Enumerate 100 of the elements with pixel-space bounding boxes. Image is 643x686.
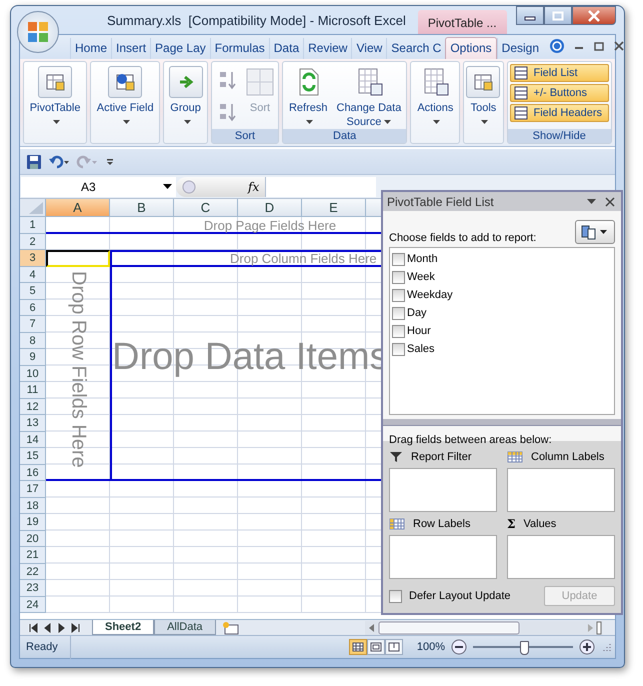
help-icon[interactable] [549,38,566,54]
row-header[interactable]: 6 [20,300,46,316]
row-header[interactable]: 11 [20,382,46,398]
view-button[interactable] [384,639,403,655]
row-header[interactable]: 10 [20,366,46,382]
context-tab-label: PivotTable ... [418,10,507,34]
toggle-button[interactable]: Field List [510,64,609,82]
row-header[interactable]: 5 [20,283,46,300]
area-label: Column Labels [531,451,604,463]
zoom-out-icon[interactable] [451,639,467,655]
row-header[interactable]: 16 [20,464,46,481]
row-header[interactable]: 14 [20,432,46,448]
status-text: Ready [20,636,71,658]
filter-icon [389,451,403,463]
ribbon-button[interactable]: Refresh [284,64,332,129]
maximize-button[interactable] [544,6,572,25]
row-header[interactable]: 7 [20,316,46,332]
office-button[interactable] [17,11,59,53]
drop-hint: Drop Page Fields Here [204,218,336,233]
field-item[interactable]: Day [392,304,612,322]
horizontal-scrollbar[interactable] [365,620,603,634]
checkbox[interactable] [392,306,405,320]
row-header[interactable]: 17 [20,481,46,498]
field-item[interactable]: Month [392,250,612,268]
close-icon [587,10,601,22]
ribbon-button[interactable]: Tools [466,64,501,129]
checkbox[interactable] [392,270,405,284]
close-icon[interactable] [613,40,626,52]
prompt-text: Drag fields between areas below: [389,434,553,446]
checkbox[interactable] [392,342,405,356]
group-label: Sort [212,129,278,143]
sheet-tab[interactable]: Sheet2 [92,620,154,635]
field-item[interactable]: Week [392,268,612,286]
row-header[interactable]: 8 [20,332,46,349]
function-label[interactable]: fx [248,180,260,194]
list-icon [512,66,529,80]
slider-thumb[interactable] [520,641,529,655]
handle-icon[interactable] [180,178,198,196]
triangle-icon [29,202,43,214]
column-header[interactable]: C [174,199,238,217]
row-header[interactable]: 1 [20,217,46,234]
zoom-level[interactable]: 100% [416,641,445,653]
sort-ascending-icon[interactable] [218,70,238,90]
row-header[interactable]: 13 [20,415,46,432]
row-header[interactable]: 9 [20,349,46,366]
defer-checkbox[interactable]: Defer Layout Update [389,590,511,602]
list-icon [512,106,529,120]
row-header[interactable]: 2 [20,234,46,250]
save-icon[interactable] [26,154,42,170]
row-header[interactable]: 4 [20,266,46,283]
column-header[interactable]: E [302,199,366,217]
ribbon-button[interactable]: Active Field [93,64,158,129]
layout-icon [580,224,610,240]
toggle-button[interactable]: Field Headers [510,104,609,122]
column-header[interactable]: D [238,199,302,217]
checkbox[interactable] [392,324,405,338]
toggle-button[interactable]: +/- Buttons [510,84,609,102]
column-header[interactable]: A [46,199,110,217]
table-icon [44,72,66,92]
ribbon-button[interactable]: PivotTable [26,64,84,129]
checkbox[interactable] [392,288,405,302]
row-header[interactable]: 24 [20,596,46,613]
group-label: Data [282,129,406,143]
column-header[interactable]: B [110,199,174,217]
checkbox[interactable] [392,252,405,266]
restore-icon[interactable] [593,40,606,52]
zoom-in-icon[interactable] [579,639,595,655]
close-button[interactable] [572,6,616,25]
drop-hint: Drop Row Fields Here [66,270,90,470]
formula-input[interactable] [265,176,376,196]
ribbon-button[interactable]: Group [166,64,205,129]
row-header[interactable]: 22 [20,564,46,580]
row-header[interactable]: 23 [20,580,46,596]
area-label: Values [523,518,556,530]
resize-grip-icon[interactable] [601,642,611,652]
field-item[interactable]: Hour [392,322,612,340]
field-item[interactable]: Weekday [392,286,612,304]
selected-cell[interactable] [46,250,110,266]
ribbon-button[interactable]: Actions [413,64,458,129]
undo-icon[interactable] [48,154,70,170]
row-header[interactable]: 20 [20,530,46,547]
row-header[interactable]: 15 [20,448,46,464]
field-item[interactable]: Sales [392,340,612,358]
group-label: Show/Hide [508,129,611,143]
name-box[interactable]: A3 [21,176,176,196]
row-header[interactable]: 12 [20,398,46,415]
layout-button[interactable] [575,220,615,244]
row-header[interactable]: 19 [20,514,46,530]
row-header[interactable]: 21 [20,547,46,564]
sheet-tab[interactable]: AllData [154,620,216,635]
minimize-button[interactable] [516,6,544,25]
table-icon [472,72,494,92]
ribbon-button[interactable]: Change Data Source [333,64,404,129]
view-button[interactable] [366,639,385,655]
view-button[interactable] [348,639,367,655]
close-icon[interactable] [605,196,615,206]
row-header[interactable]: 18 [20,498,46,514]
ribbon-tab[interactable]: Options [445,37,497,59]
sort-descending-icon[interactable] [218,102,238,122]
row-header[interactable]: 3 [20,250,46,266]
